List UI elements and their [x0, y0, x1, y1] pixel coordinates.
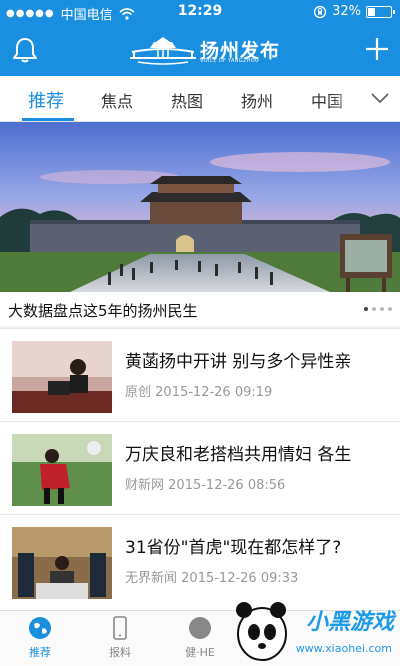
news-time: 2015-12-26 08:56 — [168, 478, 286, 493]
rotation-lock-icon — [313, 5, 327, 18]
phone-icon — [113, 616, 127, 640]
tab-yangzhou[interactable]: 扬州 — [241, 88, 273, 112]
news-thumbnail — [12, 341, 112, 413]
add-icon[interactable] — [364, 36, 390, 62]
tab-hot-images[interactable]: 热图 — [171, 88, 203, 112]
news-title: 31省份"首虎"现在都怎样了? — [125, 538, 342, 558]
banner-caption: 大数据盘点这5年的扬州民生 — [8, 302, 198, 320]
chevron-down-icon[interactable] — [370, 90, 390, 106]
pager-dot — [372, 307, 376, 311]
bottom-tab-label: 健·HE — [185, 646, 215, 659]
circle-icon — [189, 617, 211, 639]
banner-caption-bar[interactable]: 大数据盘点这5年的扬州民生 — [0, 292, 400, 326]
news-thumbnail — [12, 527, 112, 599]
bottom-tab-report[interactable]: 报料 — [90, 615, 150, 660]
pager-dot — [388, 307, 392, 311]
news-title: 黄菡扬中开讲 别与多个异性亲 — [125, 352, 352, 372]
news-meta: 无界新闻 2015-12-26 09:33 — [125, 567, 298, 586]
news-title: 万庆良和老搭档共用情妇 各生 — [125, 445, 352, 465]
news-source: 财新网 — [125, 478, 165, 493]
news-thumbnail — [12, 434, 112, 506]
channel-tabs: 推荐 焦点 热图 扬州 中国 — [0, 76, 400, 122]
tab-focus[interactable]: 焦点 — [101, 88, 133, 112]
status-bar: ●●●●● 中国电信 12:29 32% — [0, 0, 400, 24]
watermark-url: www.xiaohei.com — [295, 642, 392, 655]
active-tab-indicator — [22, 118, 74, 121]
app-header: ●●●●● 中国电信 12:29 32% 扬州发布 VOICE OF YANGZ… — [0, 0, 400, 76]
news-meta: 原创 2015-12-26 09:19 — [125, 381, 272, 400]
bell-icon[interactable] — [12, 36, 38, 64]
city-gate-photo — [0, 122, 400, 292]
news-source: 无界新闻 — [125, 571, 178, 586]
news-item[interactable]: 万庆良和老搭档共用情妇 各生 财新网 2015-12-26 08:56 — [0, 421, 400, 515]
news-item[interactable]: 黄菡扬中开讲 别与多个异性亲 原创 2015-12-26 09:19 — [0, 328, 400, 422]
news-source: 原创 — [125, 385, 152, 400]
app-logo: 扬州发布 VOICE OF YANGZHOU — [128, 34, 279, 68]
battery-percent: 32% — [332, 4, 361, 19]
pavilion-logo-icon — [130, 37, 196, 65]
bottom-tab-recommend[interactable]: 推荐 — [10, 615, 70, 660]
pager-dot — [364, 307, 368, 311]
battery-icon — [366, 5, 395, 18]
globe-icon — [29, 617, 51, 639]
tab-recommend[interactable]: 推荐 — [28, 87, 64, 113]
watermark-text: 小黑游戏 — [305, 610, 394, 635]
banner-image[interactable] — [0, 122, 400, 292]
bottom-tab-health[interactable]: 健·HE — [170, 615, 230, 660]
bottom-tab-label: 推荐 — [29, 646, 51, 659]
news-time: 2015-12-26 09:19 — [155, 385, 273, 400]
bottom-tab-label: 报料 — [109, 646, 131, 659]
news-meta: 财新网 2015-12-26 08:56 — [125, 474, 285, 493]
news-time: 2015-12-26 09:33 — [181, 571, 299, 586]
app-subtitle: VOICE OF YANGZHOU — [200, 58, 259, 64]
banner-pager — [364, 307, 392, 311]
pager-dot — [380, 307, 384, 311]
